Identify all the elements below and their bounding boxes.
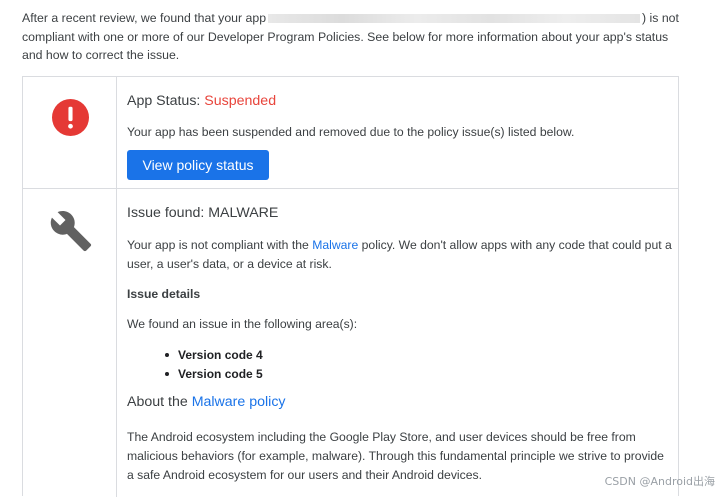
status-row: App Status: Suspended Your app has been … (23, 77, 678, 189)
status-heading-label: App Status: (127, 93, 205, 109)
issue-row: Issue found: MALWARE Your app is not com… (23, 189, 678, 497)
issue-description-before: Your app is not compliant with the (127, 238, 313, 252)
issue-description: Your app is not compliant with the Malwa… (127, 236, 672, 274)
view-policy-status-button[interactable]: View policy status (127, 150, 269, 180)
about-policy-heading: About the Malware policy (127, 394, 286, 410)
list-item: Version code 5 (165, 365, 263, 384)
issue-details-title: Issue details (127, 287, 201, 301)
about-policy-text: The Android ecosystem including the Goog… (127, 430, 664, 482)
wrench-icon (50, 211, 92, 252)
status-description: Your app has been suspended and removed … (127, 125, 575, 139)
about-prefix: About the (127, 394, 192, 410)
intro-paragraph: After a recent review, we found that you… (22, 9, 682, 65)
affected-areas-list: Version code 4 Version code 5 (165, 346, 263, 383)
issue-details-intro: We found an issue in the following area(… (127, 317, 358, 331)
malware-link[interactable]: Malware (312, 238, 358, 252)
status-value: Suspended (204, 93, 277, 109)
issue-icon-cell (23, 189, 117, 497)
list-item: Version code 4 (165, 346, 263, 365)
intro-prefix: After a recent review, we found that you… (22, 11, 267, 25)
issue-heading: Issue found: MALWARE (127, 205, 279, 221)
status-icon-cell (23, 77, 117, 188)
alert-circle-icon (52, 99, 89, 136)
redacted-app-name (268, 14, 641, 24)
malware-policy-link[interactable]: Malware policy (192, 394, 286, 410)
watermark: CSDN @Android出海 (604, 475, 715, 488)
policy-card: App Status: Suspended Your app has been … (22, 76, 679, 497)
status-heading: App Status: Suspended (127, 93, 276, 109)
